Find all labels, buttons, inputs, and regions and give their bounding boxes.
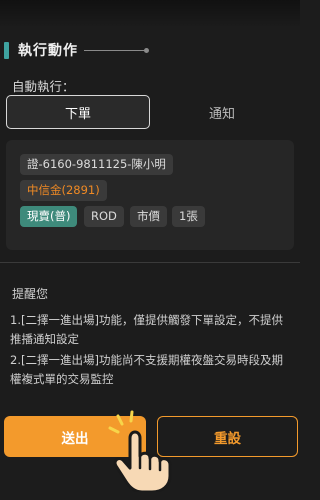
reminder-title: 提醒您 bbox=[12, 287, 49, 301]
tag-price-type: 市價 bbox=[130, 206, 167, 227]
section-divider-line bbox=[84, 49, 146, 51]
option-order-button[interactable]: 下單 bbox=[6, 95, 150, 129]
tag-time-in-force: ROD bbox=[84, 206, 124, 227]
reminder-note-2: 2.[二擇一進出場]功能尚不支援期權夜盤交易時段及期權複式單的交易監控 bbox=[10, 353, 283, 386]
section-header: 執行動作 bbox=[4, 38, 300, 62]
account-chip: 證-6160-9811125-陳小明 bbox=[20, 154, 173, 175]
tag-quantity: 1張 bbox=[172, 206, 205, 227]
section-title: 執行動作 bbox=[18, 43, 78, 59]
broker-chip: 中信金(2891) bbox=[20, 180, 107, 201]
section-divider-dot bbox=[144, 47, 149, 53]
tag-side: 現賣(普) bbox=[20, 206, 78, 227]
option-notify-button[interactable]: 通知 bbox=[150, 95, 294, 129]
content-divider bbox=[0, 262, 300, 263]
reminder-note-1: 1.[二擇一進出場]功能，僅提供觸發下單設定，不提供推播通知設定 bbox=[10, 313, 283, 346]
auto-exec-label: 自動執行： bbox=[12, 79, 75, 94]
tap-hand-icon bbox=[108, 410, 172, 492]
section-accent-bar bbox=[4, 41, 9, 59]
auto-exec-toggle: 下單 通知 bbox=[6, 95, 294, 129]
order-card: 證-6160-9811125-陳小明 中信金(2891) 現賣(普) ROD 市… bbox=[6, 140, 294, 250]
top-fade bbox=[0, 0, 300, 28]
